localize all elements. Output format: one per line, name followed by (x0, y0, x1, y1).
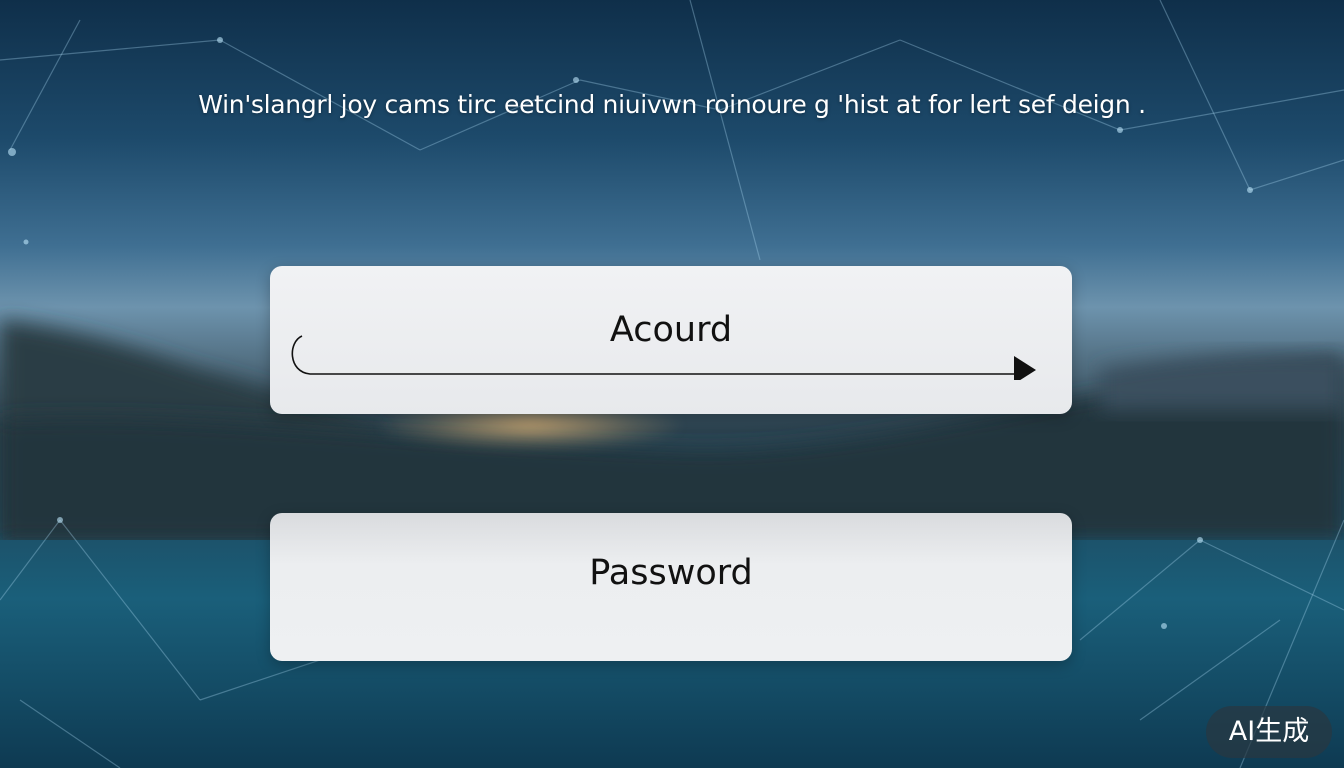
page-headline: Win'slangrl joy cams tirc eetcind niuivw… (198, 90, 1146, 119)
password-field-label: Password (589, 553, 753, 593)
password-field[interactable]: Password (270, 513, 1072, 661)
account-field[interactable]: Acourd (270, 266, 1072, 414)
right-arrow-icon (291, 335, 1036, 380)
ai-generated-badge: AI生成 (1206, 706, 1332, 758)
